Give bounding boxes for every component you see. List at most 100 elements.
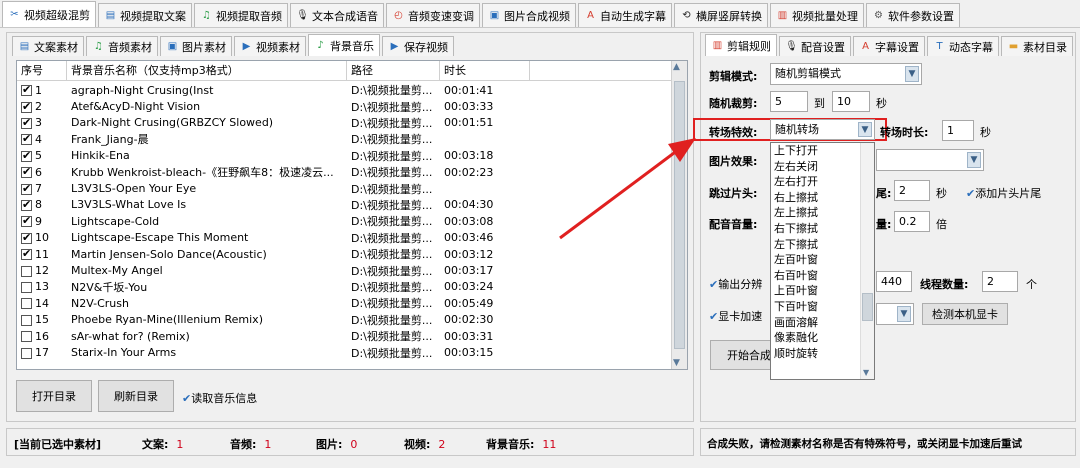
dub-volume-input[interactable]: 0.2 xyxy=(894,211,930,232)
read-music-info-checkbox[interactable]: ✔读取音乐信息 xyxy=(182,390,257,406)
gpu-select[interactable]: ▼ xyxy=(876,303,914,325)
gpu-accel-checkbox[interactable]: ✔显卡加速 xyxy=(709,308,762,324)
dropdown-option[interactable]: 左右打开 xyxy=(771,174,874,190)
chevron-down-icon[interactable]: ▼ xyxy=(858,122,872,137)
row-checkbox[interactable] xyxy=(21,314,32,326)
dropdown-option[interactable]: 上下打开 xyxy=(771,143,874,159)
table-row[interactable]: 13 N2V&千坂-You D:\视频批量剪... 00:03:24 xyxy=(17,279,671,295)
dropdown-option[interactable]: 画面溶解 xyxy=(771,315,874,331)
output-resolution-label[interactable]: ✔输出分辨 xyxy=(709,276,762,292)
material-tab-5[interactable]: ♪ 背景音乐 xyxy=(308,34,380,56)
row-checkbox[interactable] xyxy=(21,298,32,310)
material-tab-4[interactable]: ▶ 视频素材 xyxy=(234,36,306,56)
chevron-down-icon[interactable]: ▼ xyxy=(897,306,911,322)
row-index-cell[interactable]: 11 xyxy=(17,248,67,261)
open-directory-button[interactable]: 打开目录 xyxy=(16,380,92,412)
row-index-cell[interactable]: 9 xyxy=(17,215,67,228)
chevron-down-icon[interactable]: ▼ xyxy=(967,152,981,168)
settings-tab-4[interactable]: T 动态字幕 xyxy=(927,36,999,56)
dropdown-option[interactable]: 左百叶窗 xyxy=(771,252,874,268)
row-index-cell[interactable]: 12 xyxy=(17,264,67,277)
main-tab-7[interactable]: A 自动生成字幕 xyxy=(578,3,672,27)
col-header-duration[interactable]: 时长 xyxy=(440,61,530,80)
row-checkbox[interactable] xyxy=(21,281,32,293)
row-index-cell[interactable]: 6 xyxy=(17,166,67,179)
table-row[interactable]: 1 agraph-Night Crusing(Inst D:\视频批量剪... 00:… xyxy=(17,82,671,98)
row-index-cell[interactable]: 1 xyxy=(17,84,67,97)
detect-gpu-button[interactable]: 检测本机显卡 xyxy=(922,303,1008,325)
material-tab-2[interactable]: ♫ 音频素材 xyxy=(86,36,158,56)
row-index-cell[interactable]: 15 xyxy=(17,313,67,326)
row-index-cell[interactable]: 13 xyxy=(17,280,67,293)
threads-input[interactable]: 2 xyxy=(982,271,1018,292)
table-row[interactable]: 11 Martin Jensen-Solo Dance(Acoustic) D:\视… xyxy=(17,246,671,262)
dropdown-option[interactable]: 左下擦拭 xyxy=(771,237,874,253)
material-tab-3[interactable]: ▣ 图片素材 xyxy=(160,36,232,56)
settings-tab-3[interactable]: A 字幕设置 xyxy=(853,36,925,56)
row-checkbox[interactable] xyxy=(21,265,32,277)
table-row[interactable]: 14 N2V-Crush D:\视频批量剪... 00:05:49 xyxy=(17,295,671,311)
main-tab-5[interactable]: ◴ 音频变速变调 xyxy=(386,3,480,27)
row-index-cell[interactable]: 17 xyxy=(17,346,67,359)
material-tab-6[interactable]: ▶ 保存视频 xyxy=(382,36,454,56)
main-tab-1[interactable]: ✂ 视频超级混剪 xyxy=(2,1,96,27)
skip-value-input[interactable]: 2 xyxy=(894,180,930,201)
table-row[interactable]: 15 Phoebe Ryan-Mine(Illenium Remix) D:\视频批… xyxy=(17,312,671,328)
main-tab-2[interactable]: ▤ 视频提取文案 xyxy=(98,3,192,27)
row-checkbox[interactable] xyxy=(21,331,32,343)
row-index-cell[interactable]: 8 xyxy=(17,198,67,211)
table-row[interactable]: 3 Dark-Night Crusing(GRBZCY Slowed) D:\视频批… xyxy=(17,115,671,131)
dropdown-option[interactable]: 下百叶窗 xyxy=(771,299,874,315)
image-effect-select[interactable]: ▼ xyxy=(876,149,984,171)
settings-tab-2[interactable]: 🎙 配音设置 xyxy=(779,36,851,56)
dropdown-scrollbar[interactable]: ▼ xyxy=(860,143,874,379)
row-checkbox[interactable] xyxy=(21,215,32,228)
main-tab-9[interactable]: ▥ 视频批量处理 xyxy=(770,3,864,27)
settings-tab-1[interactable]: ▥ 剪辑规则 xyxy=(705,34,777,56)
row-index-cell[interactable]: 7 xyxy=(17,182,67,195)
main-tab-3[interactable]: ♫ 视频提取音频 xyxy=(194,3,288,27)
dropdown-option[interactable]: 右百叶窗 xyxy=(771,268,874,284)
scroll-down-icon[interactable]: ▼ xyxy=(863,368,869,377)
row-index-cell[interactable]: 10 xyxy=(17,231,67,244)
table-row[interactable]: 2 Atef&AcyD-Night Vision D:\视频批量剪... 00:03:… xyxy=(17,98,671,114)
dropdown-option[interactable]: 右下擦拭 xyxy=(771,221,874,237)
row-index-cell[interactable]: 4 xyxy=(17,133,67,146)
dropdown-option[interactable]: 上百叶窗 xyxy=(771,283,874,299)
scroll-up-icon[interactable]: ▲ xyxy=(673,62,680,72)
table-row[interactable]: 17 Starix-In Your Arms D:\视频批量剪... 00:03:15 xyxy=(17,344,671,360)
row-index-cell[interactable]: 16 xyxy=(17,330,67,343)
row-checkbox[interactable] xyxy=(21,84,32,97)
resolution-input[interactable]: 440 xyxy=(876,271,912,292)
row-checkbox[interactable] xyxy=(21,149,32,162)
col-header-index[interactable]: 序号 xyxy=(17,61,67,80)
main-tab-10[interactable]: ⚙ 软件参数设置 xyxy=(866,3,960,27)
transition-duration-input[interactable]: 1 xyxy=(942,120,974,141)
main-tab-4[interactable]: 🎙 文本合成语音 xyxy=(290,3,384,27)
settings-tab-5[interactable]: ▬ 素材目录 xyxy=(1001,36,1073,56)
chevron-down-icon[interactable]: ▼ xyxy=(905,66,919,82)
col-header-name[interactable]: 背景音乐名称（仅支持mp3格式） xyxy=(67,61,347,80)
scrollbar-thumb[interactable] xyxy=(862,293,873,321)
row-index-cell[interactable]: 2 xyxy=(17,100,67,113)
clip-from-input[interactable]: 5 xyxy=(770,91,808,112)
row-checkbox[interactable] xyxy=(21,133,32,146)
dropdown-option[interactable]: 顺时旋转 xyxy=(771,346,874,362)
scroll-down-icon[interactable]: ▼ xyxy=(673,358,680,368)
material-tab-1[interactable]: ▤ 文案素材 xyxy=(12,36,84,56)
table-row[interactable]: 16 sAr-what for? (Remix) D:\视频批量剪... 00:03:… xyxy=(17,328,671,344)
main-tab-6[interactable]: ▣ 图片合成视频 xyxy=(482,3,576,27)
row-checkbox[interactable] xyxy=(21,166,32,179)
row-index-cell[interactable]: 5 xyxy=(17,149,67,162)
refresh-directory-button[interactable]: 刷新目录 xyxy=(98,380,174,412)
table-row[interactable]: 12 Multex-My Angel D:\视频批量剪... 00:03:17 xyxy=(17,262,671,278)
row-checkbox[interactable] xyxy=(21,248,32,261)
transition-select[interactable]: 随机转场 ▼ xyxy=(770,119,875,140)
dropdown-option[interactable]: 左上擦拭 xyxy=(771,205,874,221)
edit-mode-select[interactable]: 随机剪辑模式 ▼ xyxy=(770,63,922,85)
col-header-path[interactable]: 路径 xyxy=(347,61,440,80)
add-head-tail-checkbox[interactable]: ✔添加片头片尾 xyxy=(966,185,1041,201)
row-index-cell[interactable]: 14 xyxy=(17,297,67,310)
row-checkbox[interactable] xyxy=(21,231,32,244)
row-index-cell[interactable]: 3 xyxy=(17,116,67,129)
